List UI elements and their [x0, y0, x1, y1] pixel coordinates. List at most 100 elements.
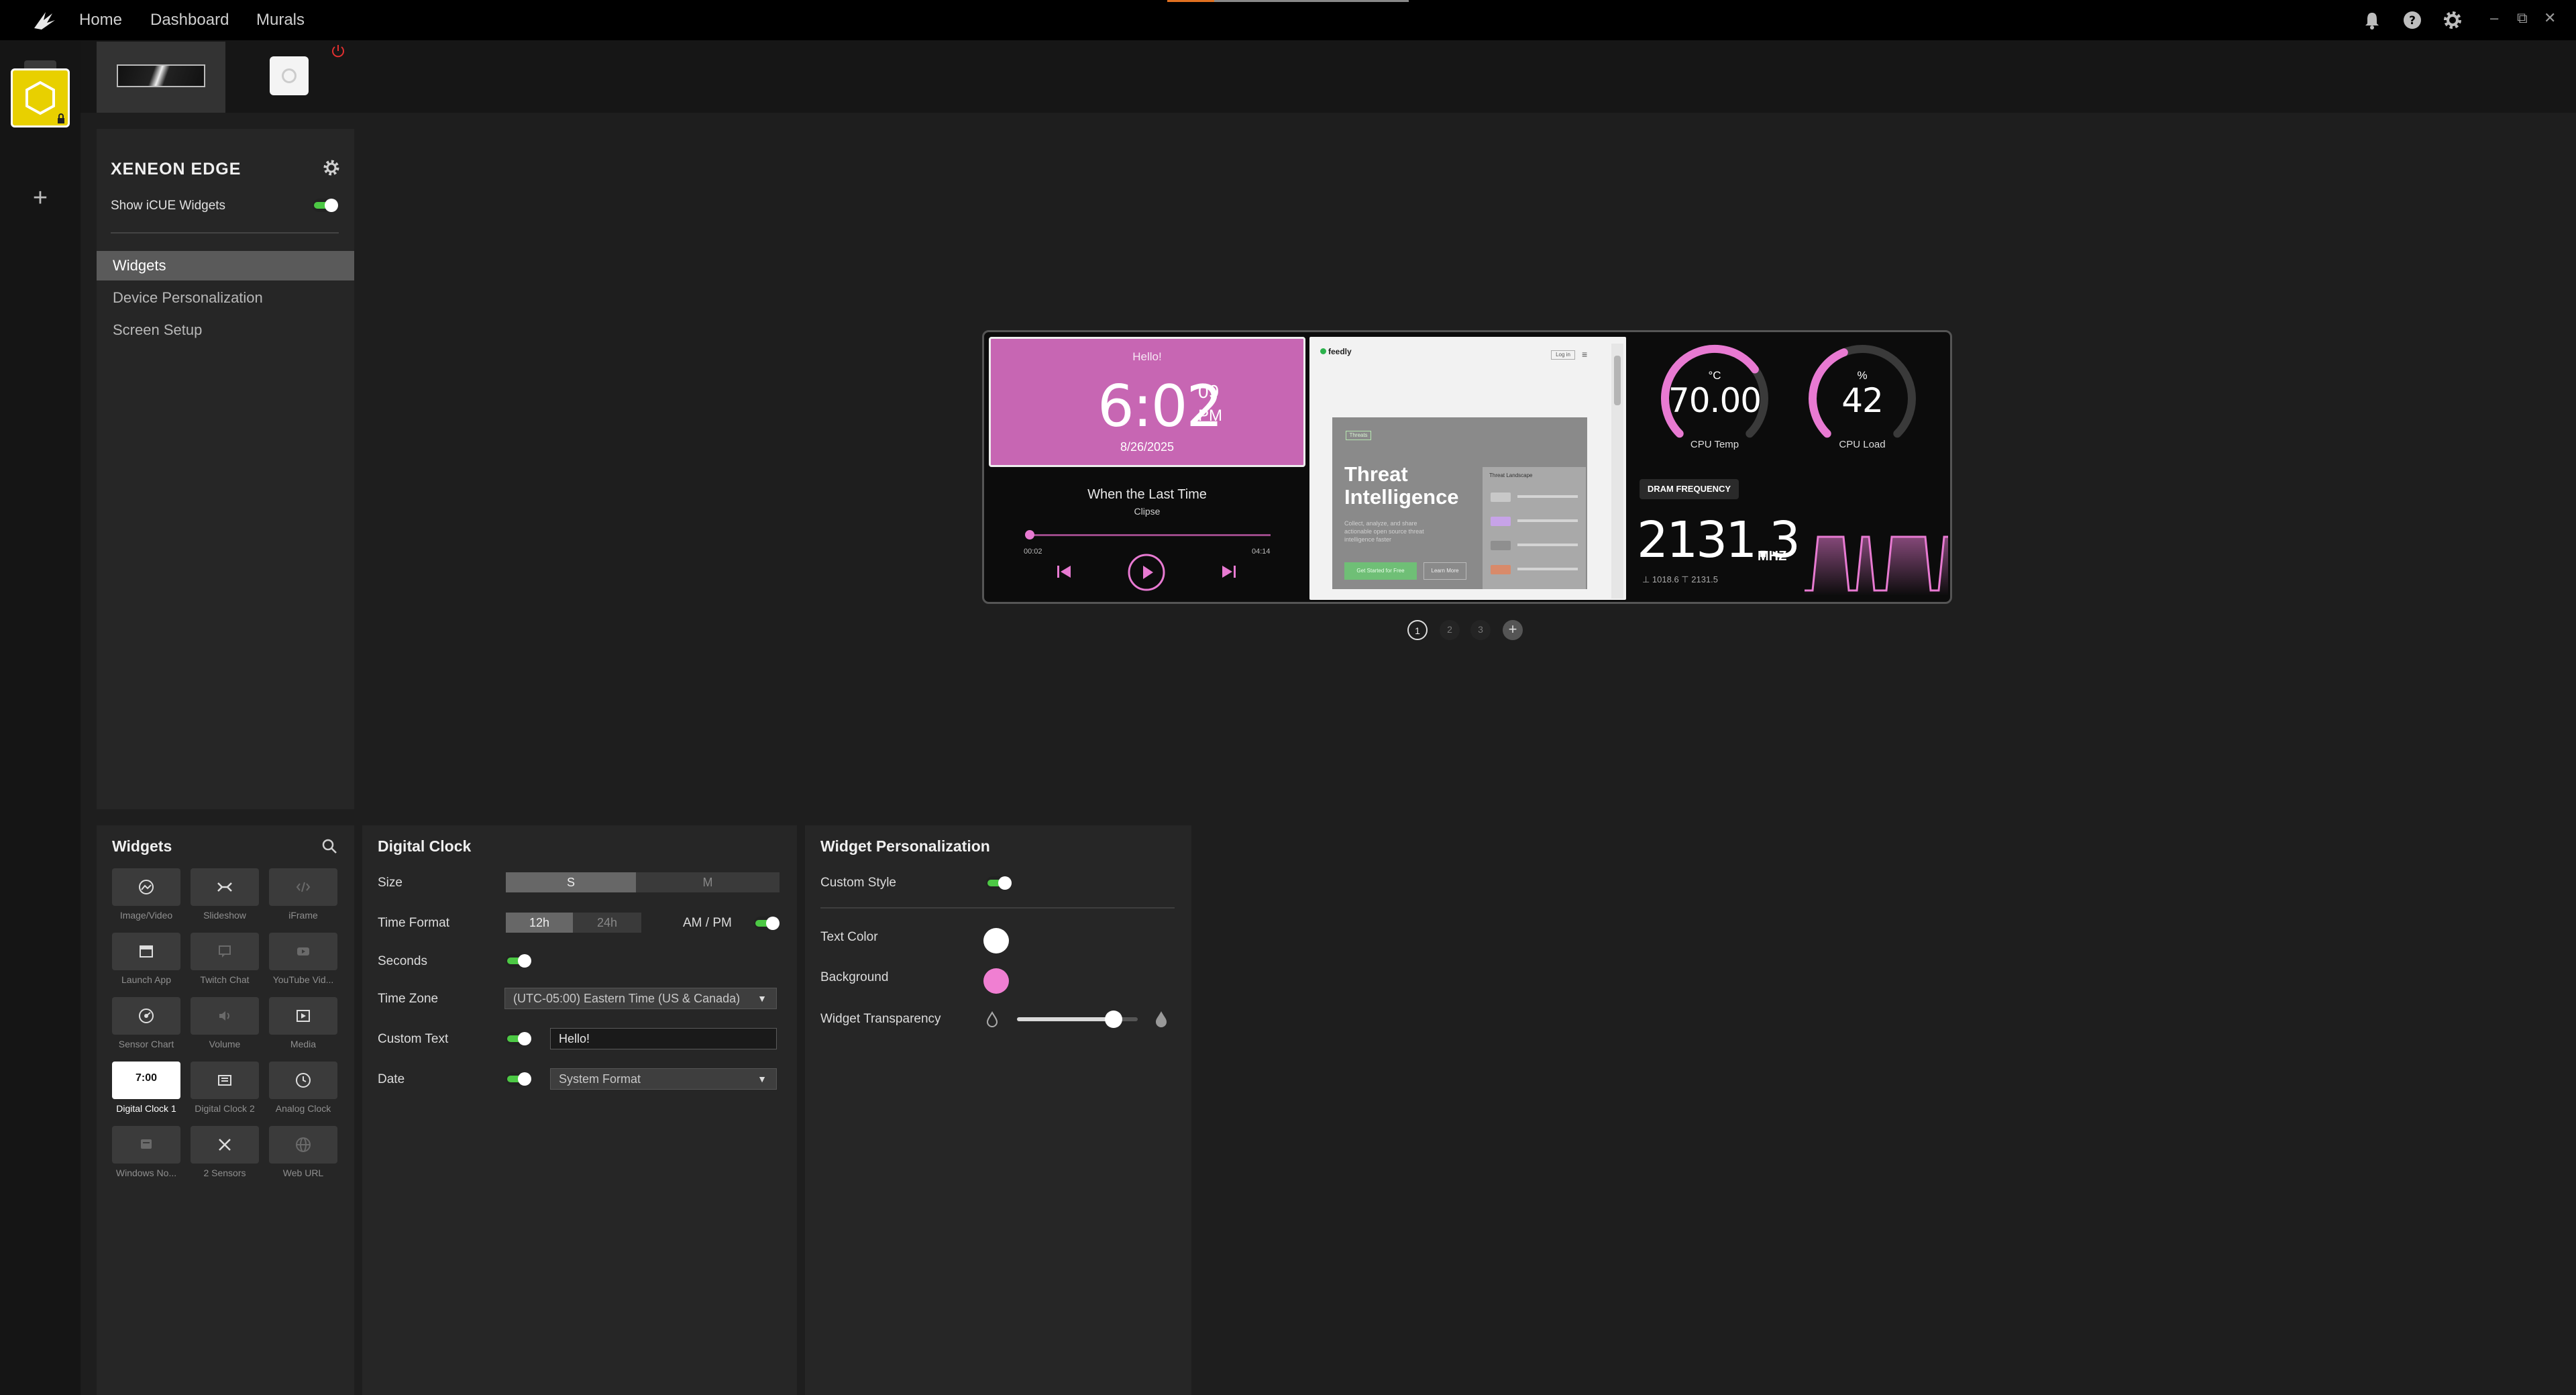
- iframe-cta-primary[interactable]: Get Started for Free: [1344, 562, 1417, 580]
- time-format-12h[interactable]: 12h: [506, 913, 573, 933]
- page-1-button[interactable]: 1: [1407, 620, 1428, 640]
- device-tab-hub[interactable]: [270, 56, 309, 95]
- widget-tile-2-sensors[interactable]: [191, 1126, 259, 1164]
- timezone-select[interactable]: (UTC-05:00) Eastern Time (US & Canada) ▼: [504, 988, 777, 1009]
- page-3-button[interactable]: 3: [1470, 620, 1491, 640]
- digital-clock-2-icon: [218, 1075, 231, 1086]
- page-2-button[interactable]: 2: [1440, 620, 1460, 640]
- drop-filled-icon: [1156, 1011, 1167, 1027]
- iframe-row-thumb: [1491, 517, 1511, 526]
- iframe-scroll-thumb[interactable]: [1614, 356, 1621, 405]
- add-device-icon[interactable]: +: [24, 183, 56, 215]
- date-toggle[interactable]: [506, 1072, 531, 1086]
- custom-style-toggle[interactable]: [986, 876, 1012, 890]
- text-color-label: Text Color: [820, 930, 878, 944]
- custom-text-toggle[interactable]: [506, 1032, 531, 1045]
- nav-home[interactable]: Home: [79, 11, 122, 30]
- widget-tile-iframe[interactable]: [269, 868, 337, 906]
- background-color-swatch[interactable]: [983, 968, 1009, 994]
- dram-frequency-unit: MHZ: [1758, 549, 1787, 564]
- clock-date: 8/26/2025: [1120, 440, 1175, 454]
- widget-tile-image-video[interactable]: [112, 868, 180, 906]
- widget-tile-label: Twitch Chat: [200, 974, 250, 985]
- size-label: Size: [378, 876, 402, 890]
- iframe-cta-secondary[interactable]: Learn More: [1424, 562, 1466, 580]
- widget-tile-media[interactable]: [269, 997, 337, 1035]
- widget-tile-analog-clock[interactable]: [269, 1062, 337, 1099]
- widget-tile-digital-clock-1[interactable]: 7:00: [112, 1062, 180, 1099]
- custom-text-input[interactable]: Hello!: [550, 1028, 777, 1049]
- show-widgets-toggle[interactable]: [313, 199, 338, 212]
- widget-tile-youtube-vid[interactable]: [269, 933, 337, 970]
- clock-custom-text: Hello!: [1132, 350, 1162, 363]
- time-format-24h[interactable]: 24h: [573, 913, 641, 933]
- ampm-toggle[interactable]: [754, 917, 780, 930]
- iframe-row-line: [1517, 544, 1578, 546]
- previous-track-icon[interactable]: [1055, 562, 1073, 581]
- media-icon: [297, 1010, 310, 1022]
- hub-icon: [282, 68, 297, 83]
- widget-tile-windows-no[interactable]: [112, 1126, 180, 1164]
- hamburger-icon[interactable]: ≡: [1582, 349, 1587, 360]
- iframe-row-line: [1517, 519, 1578, 522]
- help-icon[interactable]: ?: [2402, 9, 2423, 31]
- cpu-load-label: CPU Load: [1839, 439, 1886, 450]
- add-page-button[interactable]: +: [1503, 620, 1523, 640]
- seconds-toggle[interactable]: [506, 954, 531, 968]
- timezone-value: (UTC-05:00) Eastern Time (US & Canada): [513, 992, 741, 1005]
- show-widgets-label: Show iCUE Widgets: [111, 199, 226, 213]
- restore-icon[interactable]: ⧉: [2517, 9, 2528, 27]
- chevron-down-icon: ▼: [757, 993, 767, 1004]
- widget-tile-volume[interactable]: [191, 997, 259, 1035]
- widget-tile-launch-app[interactable]: [112, 933, 180, 970]
- bell-icon[interactable]: [2361, 9, 2383, 31]
- date-label: Date: [378, 1072, 405, 1086]
- device-xeneon-edge[interactable]: [11, 68, 70, 127]
- menu-device-personalization[interactable]: Device Personalization: [97, 283, 354, 313]
- next-track-icon[interactable]: [1220, 562, 1238, 581]
- gear-icon[interactable]: [2442, 9, 2463, 31]
- iframe-row-thumb: [1491, 541, 1511, 550]
- nav-dashboard[interactable]: Dashboard: [150, 11, 229, 30]
- iframe-login-button[interactable]: Log in: [1551, 350, 1575, 360]
- power-icon[interactable]: [330, 43, 346, 59]
- clock-settings-panel: [362, 825, 797, 1395]
- device-settings-gear-icon[interactable]: [322, 158, 341, 177]
- divider: [820, 907, 1175, 909]
- size-option-s[interactable]: S: [506, 872, 636, 892]
- transparency-slider-knob[interactable]: [1105, 1011, 1122, 1028]
- iframe-panel-title: Threat Landscape: [1489, 472, 1533, 478]
- media-progress-knob[interactable]: [1025, 530, 1034, 539]
- cpu-temp-label: CPU Temp: [1690, 439, 1739, 450]
- date-format-select[interactable]: System Format ▼: [550, 1068, 777, 1090]
- analog-clock-icon: [296, 1073, 311, 1088]
- play-icon[interactable]: [1127, 553, 1166, 592]
- close-icon[interactable]: ✕: [2544, 9, 2556, 27]
- widget-tile-twitch-chat[interactable]: [191, 933, 259, 970]
- media-progress-bar[interactable]: [1028, 534, 1271, 536]
- size-option-m[interactable]: M: [636, 872, 780, 892]
- dram-frequency-chip: DRAM FREQUENCY: [1640, 479, 1739, 499]
- device-rail: [0, 40, 80, 1395]
- menu-widgets[interactable]: Widgets: [97, 251, 354, 280]
- minimize-icon[interactable]: –: [2490, 9, 2498, 27]
- nav-murals[interactable]: Murals: [256, 11, 305, 30]
- media-elapsed: 00:02: [1024, 548, 1042, 556]
- widget-tile-label: Media: [290, 1039, 317, 1049]
- speaker-icon: [219, 1011, 229, 1021]
- widget-tile-slideshow[interactable]: [191, 868, 259, 906]
- iframe-brand: feedly: [1328, 347, 1352, 356]
- menu-screen-setup[interactable]: Screen Setup: [97, 315, 354, 345]
- search-icon[interactable]: [321, 837, 338, 855]
- iframe-row-thumb: [1491, 565, 1511, 574]
- widget-tile-label: Image/Video: [119, 910, 173, 921]
- timezone-label: Time Zone: [378, 992, 439, 1006]
- device-settings-panel: [97, 129, 354, 809]
- transparency-slider-fill: [1017, 1017, 1114, 1021]
- widget-tile-label: Volume: [209, 1039, 241, 1049]
- text-color-swatch[interactable]: [983, 928, 1009, 953]
- widget-tile-web-url[interactable]: [269, 1126, 337, 1164]
- widget-tile-sensor-chart[interactable]: [112, 997, 180, 1035]
- widget-tile-digital-clock-2[interactable]: [191, 1062, 259, 1099]
- date-format-value: System Format: [559, 1072, 641, 1086]
